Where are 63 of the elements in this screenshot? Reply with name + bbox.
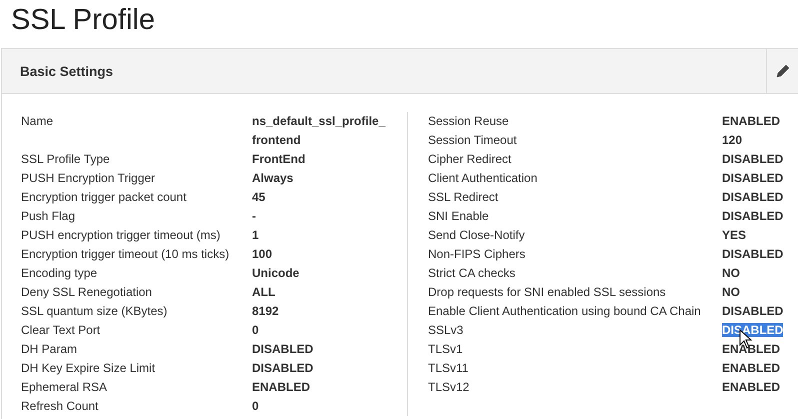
field-value: DISABLED [722,190,784,204]
field-value: YES [722,228,746,242]
field-label: Deny SSL Renegotiation [21,284,153,301]
field-value: 0 [252,399,259,413]
field-value: - [252,209,256,223]
field-label: TLSv11 [428,360,470,377]
field-value: ENABLED [722,361,780,375]
field-value: DISABLED [722,209,784,223]
field-value: ENABLED [722,342,780,356]
field-label: SSL Redirect [428,189,500,206]
field-label: Refresh Count [21,398,100,415]
field-label: Session Timeout [428,132,518,149]
field-label: Encoding type [21,265,98,282]
field-label: Drop requests for SNI enabled SSL sessions [428,284,667,301]
field-value: FrontEnd [252,152,306,166]
field-value: 8192 [252,304,279,318]
field-value: DISABLED [722,304,784,318]
field-value: Unicode [252,266,300,280]
field-value: NO [722,266,740,280]
field-label: Send Close-Notify [428,227,526,244]
field-label: SSL Profile Type [21,151,111,168]
field-value: ns_default_ssl_profile_frontend [252,114,386,147]
field-label: Encryption trigger timeout (10 ms ticks) [21,246,230,263]
field-label: DH Key Expire Size Limit [21,360,156,377]
field-value: ENABLED [252,380,310,394]
field-value: 100 [252,247,272,261]
field-value: 120 [722,133,742,147]
field-label: SSL quantum size (KBytes) [21,303,168,320]
page-title: SSL Profile [10,3,156,38]
field-value: 0 [252,323,259,337]
field-value: DISABLED [722,247,784,261]
field-label: Clear Text Port [21,322,102,339]
field-label: Ephemeral RSA [21,379,108,396]
field-label: DH Param [21,341,78,358]
panel-title: Basic Settings [19,64,114,78]
field-label: Encryption trigger packet count [21,189,188,206]
field-label: PUSH Encryption Trigger [21,170,156,187]
pencil-icon [774,63,790,79]
field-value: ENABLED [722,380,780,394]
field-label: SNI Enable [428,208,490,225]
field-value: DISABLED [252,361,314,375]
field-label: Non-FIPS Ciphers [428,246,526,263]
field-label: Enable Client Authentication using bound CA Chain [428,303,702,320]
field-label: Session Reuse [428,113,510,130]
field-label: TLSv1 [428,341,464,358]
field-label: TLSv12 [428,379,470,396]
field-value: DISABLED [722,152,784,166]
field-label: Client Authentication [428,170,538,187]
field-label: SSLv3 [428,322,464,339]
field-label: Push Flag [21,208,76,225]
field-value: DISABLED [722,171,784,185]
field-value: 1 [252,228,259,242]
field-label: Cipher Redirect [428,151,512,168]
field-value: NO [722,285,740,299]
field-value: 45 [252,190,266,204]
field-label: PUSH encryption trigger timeout (ms) [21,227,222,244]
field-value: Always [252,171,294,185]
field-value: ENABLED [722,114,780,128]
field-label: Strict CA checks [428,265,516,282]
field-value: ALL [252,285,276,299]
field-value: DISABLED [722,323,784,337]
field-label: Name [21,113,54,130]
field-value: DISABLED [252,342,314,356]
